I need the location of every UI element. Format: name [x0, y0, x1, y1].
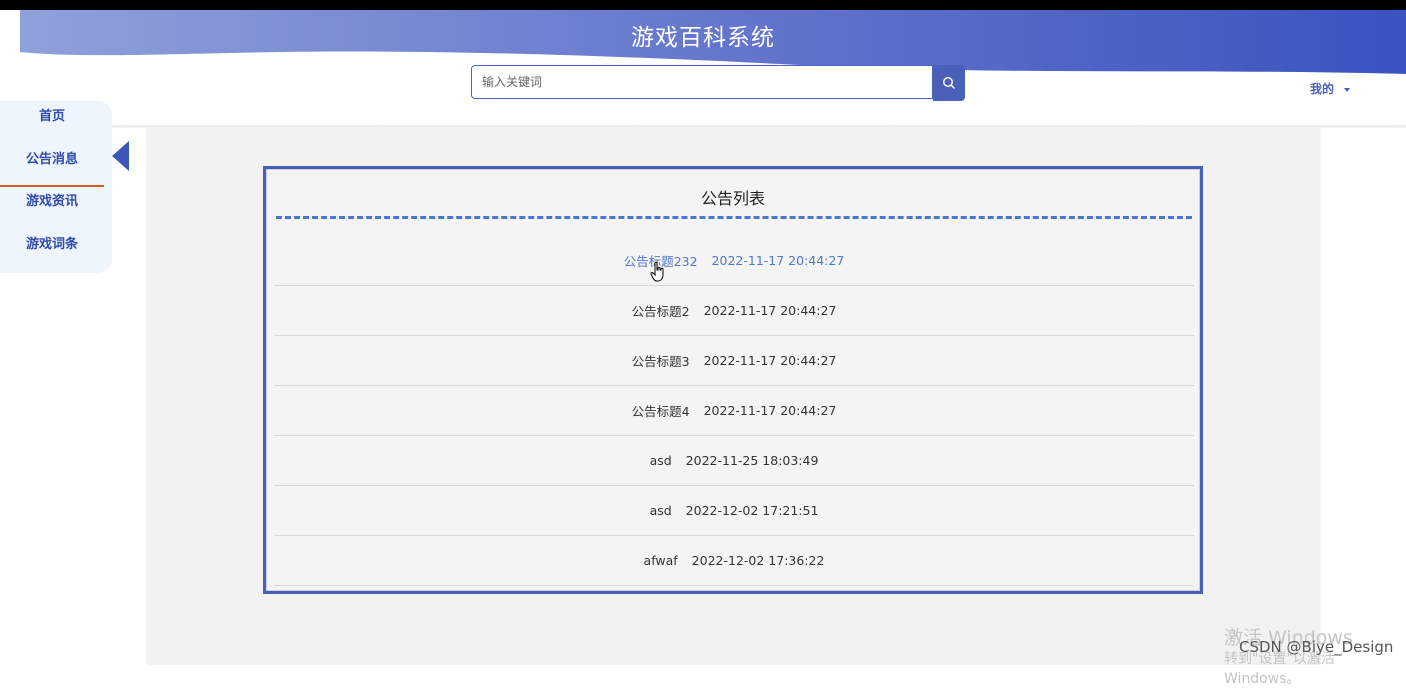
announcement-row[interactable]: 公告标题3 2022-11-17 20:44:27 [274, 336, 1194, 386]
announcement-title: 公告标题4 [631, 404, 690, 419]
hand-pointer-cursor-icon [650, 261, 664, 282]
search-button[interactable] [933, 65, 965, 101]
sidebar-active-underline [0, 185, 104, 187]
csdn-watermark: CSDN @Biye_Design [1239, 638, 1394, 656]
site-title: 游戏百科系统 [631, 25, 775, 51]
announcement-row[interactable]: 公告标题232 2022-11-17 20:44:27 [274, 236, 1194, 286]
sidebar-item-game-entries[interactable]: 游戏词条 [0, 233, 104, 252]
announcement-title: asd [649, 453, 672, 468]
panel-title: 公告列表 [700, 189, 765, 208]
announcement-time: 2022-11-25 18:03:49 [685, 453, 819, 468]
sidebar-item-label: 游戏资讯 [25, 194, 78, 209]
announcement-title: 公告标题2 [631, 304, 690, 319]
announcement-title: afwaf [643, 553, 678, 568]
sidebar-item-home[interactable]: 首页 [0, 105, 104, 124]
caret-down-icon [1344, 87, 1351, 92]
announcement-time: 2022-12-02 17:36:22 [691, 553, 825, 568]
announcement-row[interactable]: afwaf 2022-12-02 17:36:22 [274, 536, 1194, 586]
announcement-row[interactable]: 公告标题4 2022-11-17 20:44:27 [274, 386, 1194, 436]
sidebar-item-game-news[interactable]: 游戏资讯 [0, 190, 104, 209]
user-menu-label: 我的 [1310, 82, 1335, 96]
top-black-bar [0, 0, 1406, 10]
announcement-time: 2022-12-02 17:21:51 [685, 503, 819, 518]
announcement-title: asd [649, 503, 672, 518]
search-input[interactable] [471, 65, 933, 99]
announcement-time: 2022-11-17 20:44:27 [703, 303, 837, 318]
announcement-title: 公告标题3 [631, 354, 690, 369]
sidebar-active-arrow-icon [112, 141, 129, 171]
sidebar-item-announcements[interactable]: 公告消息 [0, 148, 104, 167]
announcement-time: 2022-11-17 20:44:27 [711, 253, 845, 268]
sidebar-item-label: 公告消息 [25, 152, 78, 167]
announcement-row[interactable]: asd 2022-11-25 18:03:49 [274, 436, 1194, 486]
announcement-time: 2022-11-17 20:44:27 [703, 353, 837, 368]
sidebar-item-label: 首页 [38, 109, 65, 124]
user-menu[interactable]: 我的 [1310, 80, 1351, 97]
announcement-time: 2022-11-17 20:44:27 [703, 403, 837, 418]
sidebar: 首页 公告消息 游戏资讯 游戏词条 [0, 101, 112, 273]
search-icon [942, 76, 955, 89]
sidebar-item-label: 游戏词条 [25, 237, 78, 252]
announcement-row[interactable]: asd 2022-12-02 17:21:51 [274, 486, 1194, 536]
announcement-row[interactable]: 公告标题2 2022-11-17 20:44:27 [274, 286, 1194, 336]
title-dashed-divider [276, 216, 1192, 219]
